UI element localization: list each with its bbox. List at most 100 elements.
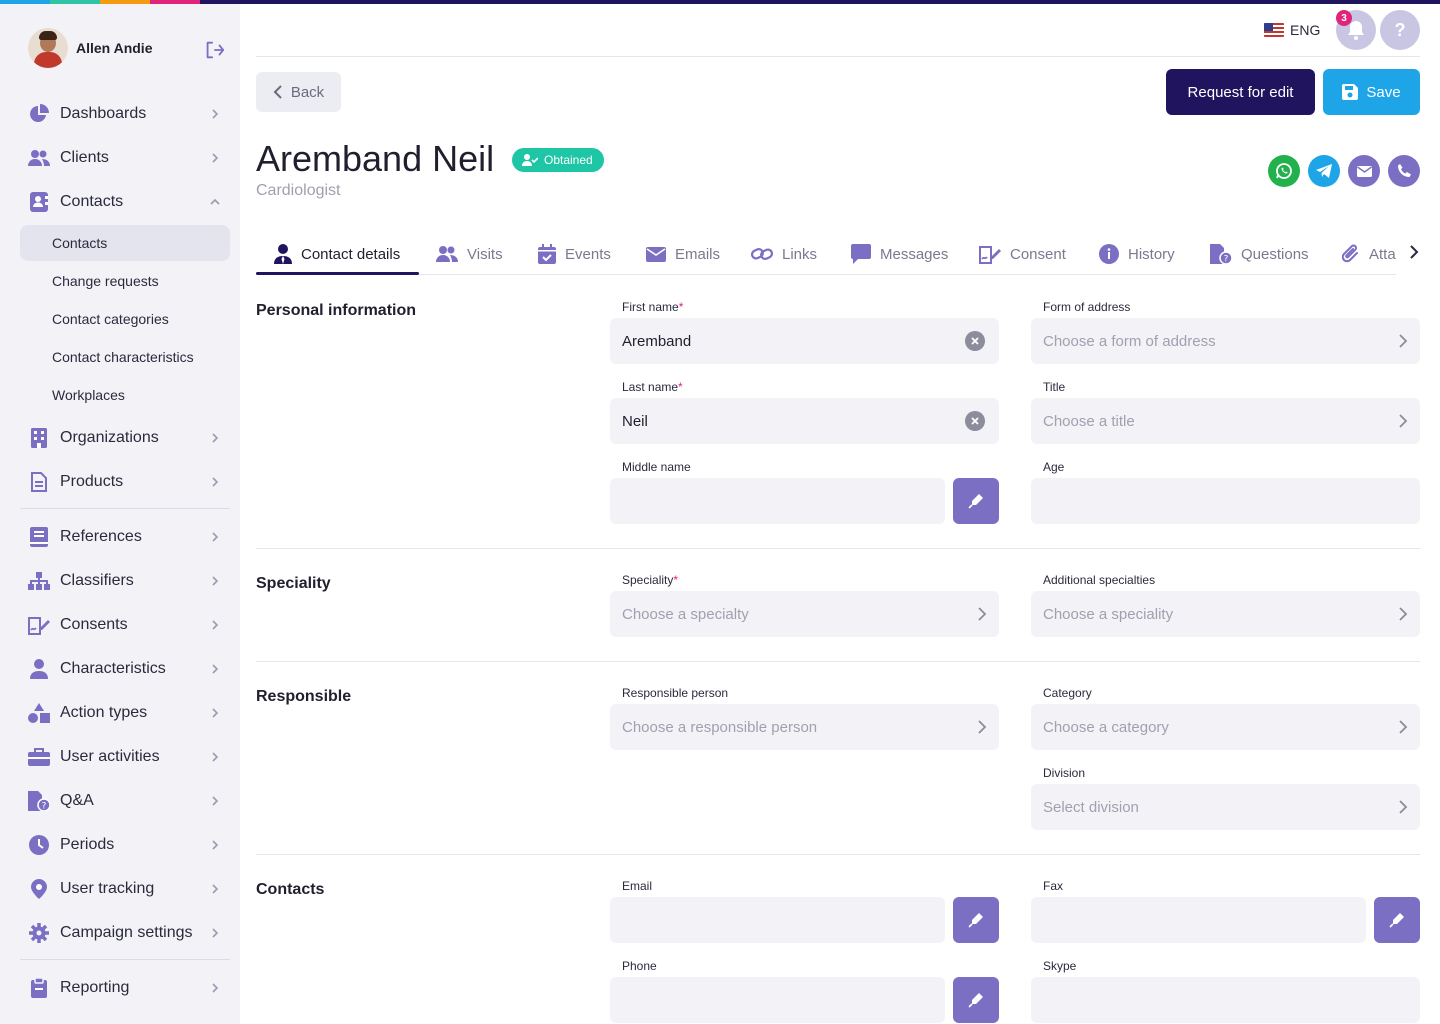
sidebar-subitem-change-requests[interactable]: Change requests	[20, 263, 230, 299]
active-tab-indicator	[256, 272, 419, 275]
speciality-select[interactable]: Choose a specialty	[610, 591, 999, 637]
sidebar-item-reporting[interactable]: Reporting	[20, 968, 230, 1008]
sidebar-item-user-tracking[interactable]: User tracking	[20, 869, 230, 909]
user-profile[interactable]: Allen Andie	[28, 28, 228, 68]
skype-label: Skype	[1043, 959, 1077, 973]
signature-icon	[979, 246, 1001, 264]
fax-input[interactable]	[1031, 897, 1366, 943]
phone-edit-button[interactable]	[953, 977, 999, 1023]
first-name-input[interactable]: Aremband	[610, 318, 999, 364]
division-select[interactable]: Select division	[1031, 784, 1420, 830]
user-check-icon	[522, 154, 538, 166]
sidebar-item-references[interactable]: References	[20, 517, 230, 557]
email-label: Email	[622, 879, 653, 893]
sidebar-subitem-contact-characteristics[interactable]: Contact characteristics	[20, 339, 230, 375]
language-label: ENG	[1290, 22, 1321, 38]
tab-links[interactable]: Links	[751, 232, 817, 276]
whatsapp-button[interactable]	[1268, 155, 1300, 187]
book-icon	[28, 526, 50, 548]
status-badge: Obtained	[512, 148, 604, 172]
email-edit-button[interactable]	[953, 897, 999, 943]
email-input[interactable]	[610, 897, 945, 943]
sidebar-subitem-workplaces[interactable]: Workplaces	[20, 377, 230, 413]
tab-bar: Contact details Visits Events Emails Lin…	[256, 232, 1396, 276]
sidebar-item-products[interactable]: Products	[20, 462, 230, 502]
sidebar-item-qa[interactable]: ? Q&A	[20, 781, 230, 821]
sidebar-divider	[20, 959, 230, 960]
svg-text:?: ?	[1224, 255, 1229, 265]
user-name: Allen Andie	[76, 40, 153, 56]
sidebar-item-dashboards[interactable]: Dashboards	[20, 94, 230, 134]
pen-icon	[968, 494, 983, 509]
clear-icon[interactable]	[965, 411, 985, 431]
signature-icon	[28, 614, 50, 636]
call-button[interactable]	[1388, 155, 1420, 187]
section-title-personal: Personal information	[256, 302, 417, 319]
sidebar-item-user-activities[interactable]: User activities	[20, 737, 230, 777]
sidebar-item-contacts[interactable]: Contacts	[20, 182, 230, 222]
age-input[interactable]	[1031, 478, 1420, 524]
tab-messages[interactable]: Messages	[851, 232, 948, 276]
chevron-right-icon	[212, 664, 219, 674]
pen-icon	[968, 913, 983, 928]
tab-visits[interactable]: Visits	[436, 232, 503, 276]
chevron-right-icon	[212, 153, 219, 163]
gear-icon	[28, 922, 50, 944]
briefcase-icon	[28, 746, 50, 768]
additional-specialties-select[interactable]: Choose a speciality	[1031, 591, 1420, 637]
help-button[interactable]: ?	[1380, 10, 1420, 50]
clear-icon[interactable]	[965, 331, 985, 351]
middle-name-edit-button[interactable]	[953, 478, 999, 524]
tab-history[interactable]: History	[1099, 232, 1175, 276]
chevron-left-icon	[273, 85, 282, 99]
contact-name: Aremband Neil	[256, 138, 495, 179]
tab-contact-details[interactable]: Contact details	[274, 232, 400, 276]
save-button[interactable]: Save	[1323, 69, 1420, 115]
sidebar-item-classifiers[interactable]: Classifiers	[20, 561, 230, 601]
division-label: Division	[1043, 766, 1086, 780]
sidebar-divider	[20, 508, 230, 509]
title-select[interactable]: Choose a title	[1031, 398, 1420, 444]
form-of-address-select[interactable]: Choose a form of address	[1031, 318, 1420, 364]
section-divider	[256, 548, 1420, 549]
chevron-right-icon	[978, 720, 987, 734]
sidebar-item-consents[interactable]: Consents	[20, 605, 230, 645]
tab-attachments[interactable]: Attachments	[1342, 232, 1396, 276]
middle-name-input[interactable]	[610, 478, 945, 524]
email-button[interactable]	[1348, 155, 1380, 187]
tab-questions[interactable]: ? Questions	[1210, 232, 1309, 276]
category-select[interactable]: Choose a category	[1031, 704, 1420, 750]
sidebar: Allen Andie Dashboards Clients Contacts	[0, 4, 240, 1024]
skype-input[interactable]	[1031, 977, 1420, 1023]
phone-input[interactable]	[610, 977, 945, 1023]
question-file-icon: ?	[1210, 244, 1232, 264]
sidebar-item-periods[interactable]: Periods	[20, 825, 230, 865]
request-for-edit-button[interactable]: Request for edit	[1166, 69, 1315, 115]
chevron-right-icon	[212, 433, 219, 443]
telegram-button[interactable]	[1308, 155, 1340, 187]
sidebar-subitem-contact-categories[interactable]: Contact categories	[20, 301, 230, 337]
chevron-right-icon	[1399, 607, 1408, 621]
title-label: Title	[1043, 380, 1066, 394]
responsible-person-select[interactable]: Choose a responsible person	[610, 704, 999, 750]
tab-emails[interactable]: Emails	[646, 232, 720, 276]
sidebar-item-characteristics[interactable]: Characteristics	[20, 649, 230, 689]
tabs-scroll-right-icon[interactable]	[1408, 244, 1420, 260]
form-of-address-label: Form of address	[1043, 300, 1131, 314]
help-icon: ?	[1394, 19, 1406, 40]
sidebar-item-organizations[interactable]: Organizations	[20, 418, 230, 458]
logout-icon[interactable]	[203, 39, 225, 61]
whatsapp-icon	[1276, 163, 1292, 179]
back-button[interactable]: Back	[256, 72, 341, 112]
fax-edit-button[interactable]	[1374, 897, 1420, 943]
document-icon	[28, 471, 50, 493]
language-selector[interactable]: ENG	[1264, 20, 1320, 40]
sidebar-item-campaign-settings[interactable]: Campaign settings	[20, 913, 230, 953]
sidebar-item-action-types[interactable]: Action types	[20, 693, 230, 733]
sidebar-subitem-contacts[interactable]: Contacts	[20, 225, 230, 261]
tab-events[interactable]: Events	[538, 232, 611, 276]
last-name-input[interactable]: Neil	[610, 398, 999, 444]
chevron-right-icon	[1399, 720, 1408, 734]
sidebar-item-clients[interactable]: Clients	[20, 138, 230, 178]
tab-consent[interactable]: Consent	[979, 232, 1066, 276]
